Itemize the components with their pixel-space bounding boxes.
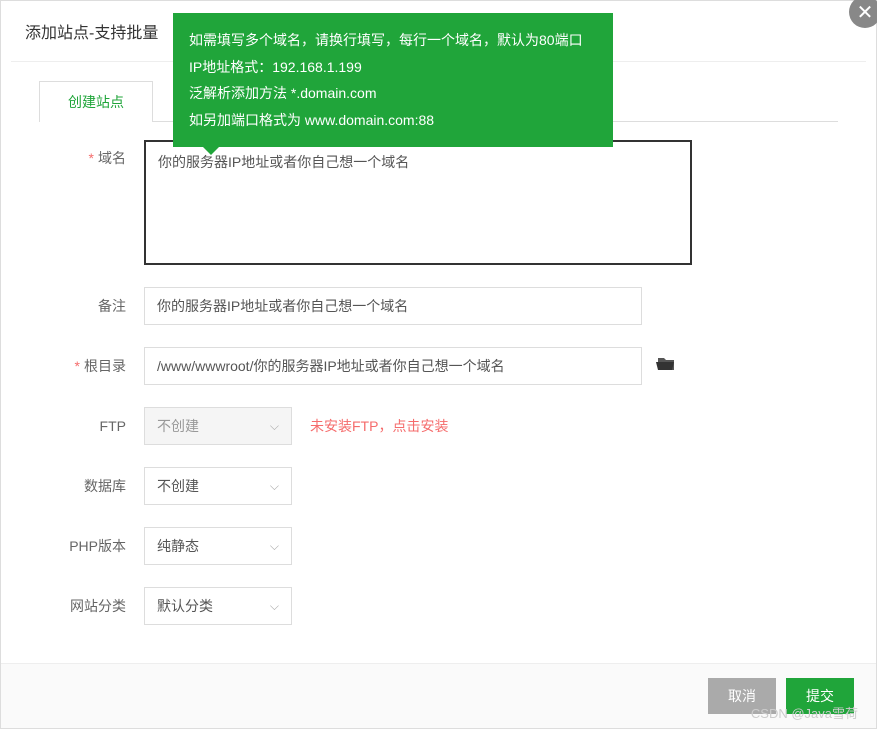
label-remark: 备注	[39, 296, 144, 316]
label-ftp: FTP	[39, 418, 144, 434]
row-root: *根目录	[39, 347, 838, 385]
row-domain: *域名	[39, 140, 838, 265]
database-select-value: 不创建	[157, 476, 199, 496]
row-remark: 备注	[39, 287, 838, 325]
tooltip-line: 如另加端口格式为 www.domain.com:88	[189, 107, 597, 134]
chevron-down-icon: ⌵	[270, 419, 279, 434]
row-php: PHP版本 纯静态 ⌵	[39, 527, 838, 565]
folder-icon[interactable]	[656, 356, 676, 377]
tooltip-line: 泛解析添加方法 *.domain.com	[189, 80, 597, 107]
category-select-value: 默认分类	[157, 596, 213, 616]
close-icon: ✕	[857, 0, 874, 25]
submit-button[interactable]: 提交	[786, 678, 854, 714]
php-select-value: 纯静态	[157, 536, 199, 556]
remark-input[interactable]	[144, 287, 642, 325]
tooltip-line: 如需填写多个域名，请换行填写，每行一个域名，默认为80端口	[189, 27, 597, 54]
row-category: 网站分类 默认分类 ⌵	[39, 587, 838, 625]
modal-footer: 取消 提交	[1, 663, 876, 728]
label-php: PHP版本	[39, 536, 144, 556]
tooltip-line: IP地址格式：192.168.1.199	[189, 54, 597, 81]
chevron-down-icon: ⌵	[270, 479, 279, 494]
database-select[interactable]: 不创建 ⌵	[144, 467, 292, 505]
label-root: *根目录	[39, 356, 144, 376]
row-database: 数据库 不创建 ⌵	[39, 467, 838, 505]
chevron-down-icon: ⌵	[270, 599, 279, 614]
label-category: 网站分类	[39, 596, 144, 616]
label-domain: *域名	[39, 140, 144, 168]
row-ftp: FTP 不创建 ⌵ 未安装FTP，点击安装	[39, 407, 838, 445]
domain-tooltip: 如需填写多个域名，请换行填写，每行一个域名，默认为80端口 IP地址格式：192…	[173, 13, 613, 147]
cancel-button[interactable]: 取消	[708, 678, 776, 714]
php-select[interactable]: 纯静态 ⌵	[144, 527, 292, 565]
add-site-modal: ✕ 添加站点-支持批量 如需填写多个域名，请换行填写，每行一个域名，默认为80端…	[0, 0, 877, 729]
chevron-down-icon: ⌵	[270, 539, 279, 554]
ftp-warning-link[interactable]: 未安装FTP，点击安装	[310, 416, 448, 436]
category-select[interactable]: 默认分类 ⌵	[144, 587, 292, 625]
root-input[interactable]	[144, 347, 642, 385]
domain-textarea[interactable]	[144, 140, 692, 265]
ftp-select-value: 不创建	[157, 416, 199, 436]
tab-create-site[interactable]: 创建站点	[39, 81, 153, 122]
label-database: 数据库	[39, 476, 144, 496]
site-form: *域名 备注 *根目录 FTP 不创建 ⌵ 未安装FTP，点击安装 数据库	[1, 140, 876, 625]
ftp-select[interactable]: 不创建 ⌵	[144, 407, 292, 445]
